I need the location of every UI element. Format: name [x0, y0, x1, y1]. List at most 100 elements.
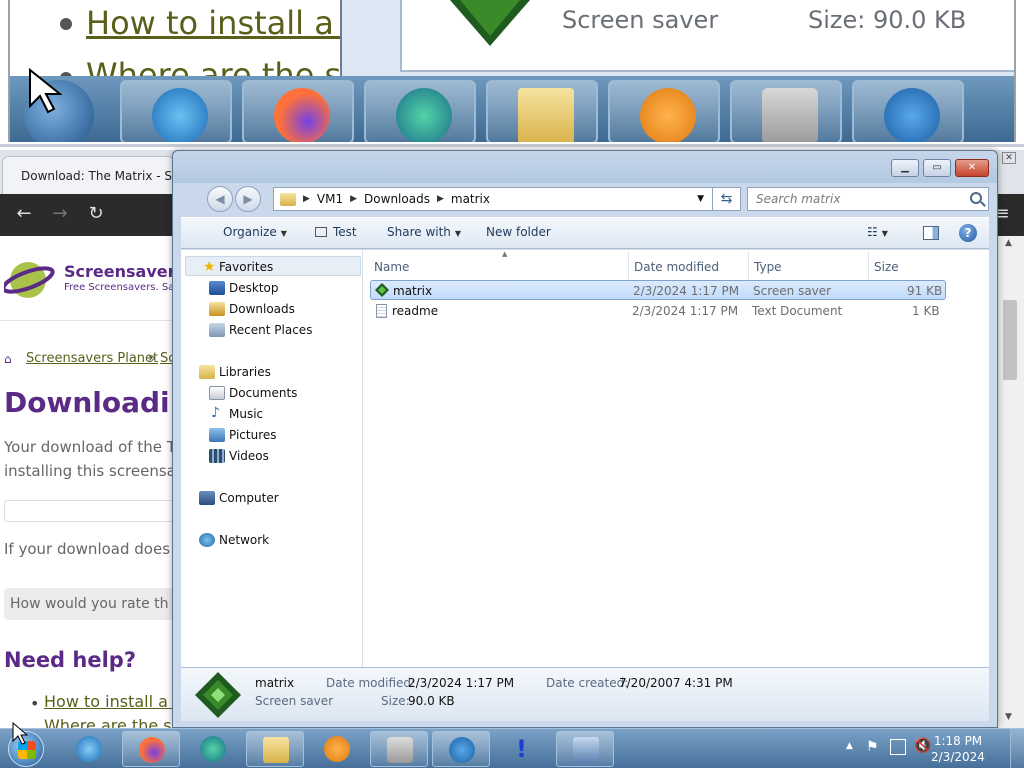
nav-network[interactable]: Network: [219, 533, 269, 547]
back-button[interactable]: ◀: [207, 186, 233, 212]
taskbar-security-button[interactable]: [432, 731, 490, 767]
nav-pictures[interactable]: Pictures: [229, 428, 277, 442]
file-row-readme[interactable]: readme 2/3/2024 1:17 PM Text Document 1 …: [370, 301, 946, 321]
magnified-cursor-icon: [29, 68, 62, 114]
nav-music[interactable]: Music: [229, 407, 263, 421]
breadcrumb-arrow-icon[interactable]: ▶: [303, 194, 310, 204]
search-icon[interactable]: [970, 192, 982, 204]
column-header-type[interactable]: Type: [754, 260, 782, 274]
scroll-down-icon[interactable]: ▼: [1005, 712, 1012, 722]
browser-tab[interactable]: Download: The Matrix - Sc: [2, 156, 174, 194]
column-divider[interactable]: [868, 252, 869, 280]
folder-icon: [263, 737, 289, 763]
taskbar-alert-button[interactable]: !: [494, 731, 552, 767]
documents-icon: [209, 386, 225, 400]
exclamation-icon: !: [516, 735, 527, 763]
details-file-name: matrix: [255, 676, 295, 690]
reload-icon[interactable]: ↻: [84, 202, 108, 226]
nav-libraries[interactable]: Libraries: [219, 365, 271, 379]
close-button[interactable]: ✕: [955, 159, 989, 177]
taskbar-edge-button[interactable]: [184, 731, 242, 767]
views-button[interactable]: ☷ ▼: [867, 225, 888, 239]
taskbar-remote-button[interactable]: [556, 731, 614, 767]
ie-icon: [76, 736, 102, 762]
nav-documents[interactable]: Documents: [229, 386, 297, 400]
action-center-flag-icon[interactable]: ⚑: [866, 739, 879, 755]
magnified-taskbar: [10, 76, 1014, 142]
nav-favorites[interactable]: Favorites: [219, 260, 273, 274]
column-header-date-modified[interactable]: Date modified: [634, 260, 719, 274]
list-bullet: •: [30, 694, 40, 713]
browser-close-icon[interactable]: ✕: [1002, 152, 1016, 164]
nav-computer[interactable]: Computer: [219, 491, 279, 505]
file-row-matrix[interactable]: matrix 2/3/2024 1:17 PM Screen saver 91 …: [370, 280, 946, 300]
sort-indicator-icon: ▲: [502, 250, 508, 258]
browser-scrollbar[interactable]: ▲ ▼: [996, 236, 1024, 728]
help-icon[interactable]: ?: [959, 224, 977, 242]
minimize-button[interactable]: ▁: [891, 159, 919, 177]
details-size-label: Size:: [381, 694, 410, 708]
breadcrumb-home-link[interactable]: Screensavers Planet: [26, 351, 158, 366]
network-tray-icon[interactable]: [890, 739, 906, 755]
scrollbar-thumb[interactable]: [1003, 300, 1017, 380]
scroll-up-icon[interactable]: ▲: [1005, 238, 1012, 248]
help-link-install[interactable]: How to install a sc: [44, 692, 190, 711]
share-with-label: Share with: [387, 225, 451, 239]
breadcrumb-matrix[interactable]: matrix: [451, 192, 490, 206]
preview-pane-icon[interactable]: [923, 226, 939, 240]
explorer-content: ★ Favorites Desktop Downloads Recent Pla…: [181, 249, 989, 668]
column-divider[interactable]: [628, 252, 629, 280]
new-folder-button[interactable]: New folder: [486, 225, 551, 239]
search-input[interactable]: Search matrix: [747, 187, 989, 211]
forward-icon[interactable]: →: [48, 202, 72, 226]
show-hidden-icons-icon[interactable]: ▲: [846, 741, 853, 751]
nav-recent-places[interactable]: Recent Places: [229, 323, 312, 337]
breadcrumb-vm1[interactable]: VM1: [317, 192, 343, 206]
nav-downloads[interactable]: Downloads: [229, 302, 295, 316]
forward-button[interactable]: ▶: [235, 186, 261, 212]
show-desktop-button[interactable]: [1010, 729, 1024, 768]
site-tagline: Free Screensavers. Saf: [64, 282, 178, 293]
site-name[interactable]: Screensavers: [64, 262, 185, 281]
breadcrumb-arrow-icon[interactable]: ▶: [350, 194, 357, 204]
taskbar-ie-button[interactable]: [60, 731, 118, 767]
header-divider: [0, 320, 172, 321]
nav-desktop[interactable]: Desktop: [229, 281, 279, 295]
details-date-created: 7/20/2007 4:31 PM: [619, 676, 733, 690]
chevron-down-icon: ▼: [280, 229, 287, 238]
maximize-button[interactable]: ▭: [923, 159, 951, 177]
new-folder-label: New folder: [486, 225, 551, 239]
column-header-size[interactable]: Size: [874, 260, 899, 274]
breadcrumb-arrow-icon[interactable]: ▶: [437, 194, 444, 204]
magnified-ie-button: [120, 80, 232, 142]
test-button[interactable]: Test: [315, 225, 357, 239]
address-bar[interactable]: ▶ VM1 ▶ Downloads ▶ matrix ▼: [273, 187, 713, 211]
download-paragraph-line-2: installing this screensav: [4, 462, 185, 480]
libraries-icon: [199, 365, 215, 379]
cleanup-icon: [387, 737, 413, 763]
taskbar-explorer-button[interactable]: [246, 731, 304, 767]
refresh-button[interactable]: ⇆: [713, 187, 741, 211]
nav-videos[interactable]: Videos: [229, 449, 269, 463]
taskbar-firefox-button[interactable]: [122, 731, 180, 767]
back-icon[interactable]: ←: [12, 202, 36, 226]
column-header-name[interactable]: Name: [374, 260, 409, 274]
taskbar-cleanup-button[interactable]: [370, 731, 428, 767]
folder-icon: [280, 192, 296, 206]
clock-time: 1:18 PM: [933, 734, 983, 748]
organize-button[interactable]: Organize ▼: [223, 225, 287, 239]
magnified-edge-button: [364, 80, 476, 142]
share-with-button[interactable]: Share with ▼: [387, 225, 461, 239]
taskbar: ! ▲ ⚑ 🔇 1:18 PM 2/3/2024: [0, 728, 1024, 768]
breadcrumb-downloads[interactable]: Downloads: [364, 192, 430, 206]
column-divider[interactable]: [748, 252, 749, 280]
browser-tab-title: Download: The Matrix - Sc: [21, 168, 174, 183]
explorer-titlebar[interactable]: ▁ ▭ ✕: [173, 151, 997, 183]
system-clock[interactable]: 1:18 PM 2/3/2024: [928, 733, 988, 765]
taskbar-media-button[interactable]: [308, 731, 366, 767]
address-dropdown-icon[interactable]: ▼: [697, 194, 704, 204]
media-player-icon: [640, 88, 696, 142]
music-icon: ♪: [211, 405, 220, 421]
network-icon: [199, 533, 215, 547]
chevron-down-icon: ▼: [881, 229, 888, 238]
